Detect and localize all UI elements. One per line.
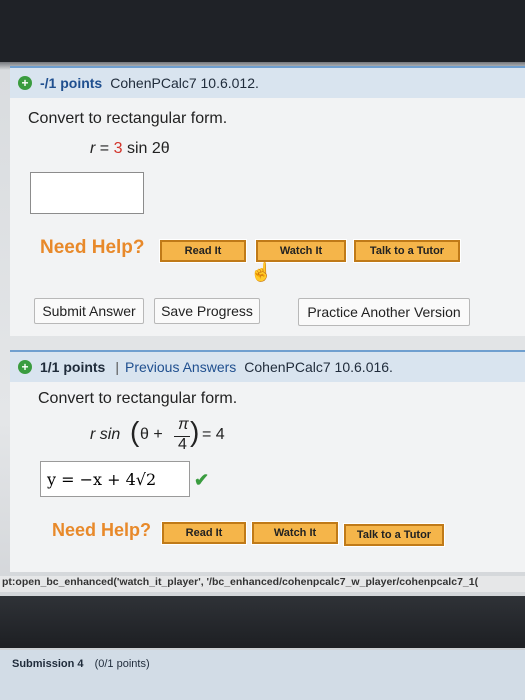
need-help-label-1: Need Help?	[40, 237, 145, 258]
submission-label: Submission 4	[12, 658, 84, 670]
talk-tutor-button-1[interactable]: Talk to a Tutor	[353, 239, 461, 263]
submitted-answer-2: y = −x + 4√2	[40, 461, 190, 497]
eq-theta: θ +	[140, 426, 163, 443]
expand-plus-icon[interactable]: +	[18, 76, 32, 90]
hand-pointer-cursor-icon: ☝	[250, 262, 273, 282]
correct-check-icon: ✔	[194, 470, 210, 490]
talk-tutor-button-2[interactable]: Talk to a Tutor	[343, 523, 445, 547]
question-header-1: + -/1 points CohenPCalc7 10.6.012.	[10, 66, 525, 98]
dark-band	[0, 596, 525, 648]
previous-answers-link[interactable]: Previous Answers	[125, 359, 236, 375]
question-code: CohenPCalc7 10.6.012.	[110, 75, 259, 91]
header-separator: |	[115, 359, 119, 375]
question-text-2: Convert to rectangular form.	[38, 390, 238, 407]
watch-it-button-1[interactable]: Watch It	[255, 239, 347, 263]
question-header-2: + 1/1 points | Previous Answers CohenPCa…	[10, 350, 525, 382]
answer-input-1[interactable]	[30, 172, 144, 214]
eq-r: r	[90, 140, 96, 157]
eq-frac-den: 4	[178, 436, 187, 453]
eq-right: = 4	[202, 426, 225, 443]
need-help-label-2: Need Help?	[52, 520, 152, 540]
practice-another-version-button[interactable]: Practice Another Version	[298, 298, 470, 326]
question-code: CohenPCalc7 10.6.016.	[244, 359, 393, 375]
watch-it-button-2[interactable]: Watch It	[251, 521, 339, 545]
question-header-4: Submission 4 (0/1 points)	[0, 650, 525, 700]
eq-frac-num: π	[178, 416, 189, 433]
browser-dark-top	[0, 0, 525, 62]
eq-equals: =	[99, 140, 110, 157]
eq-func: sin 2θ	[126, 140, 170, 157]
save-progress-button[interactable]: Save Progress	[154, 298, 260, 324]
question-points: 1/1 points	[40, 359, 106, 375]
eq-left: r sin	[90, 426, 121, 443]
browser-status-bar: pt:open_bc_enhanced('watch_it_player', '…	[0, 576, 525, 592]
equation-1: r = 3 sin 2θ	[90, 140, 170, 158]
read-it-button-1[interactable]: Read It	[159, 239, 247, 263]
question-text-1: Convert to rectangular form.	[28, 110, 228, 127]
expand-plus-icon[interactable]: +	[18, 360, 32, 374]
equation-2: r sin ( θ + π 4 ) = 4	[90, 416, 240, 456]
read-it-button-2[interactable]: Read It	[161, 521, 247, 545]
submission-points: (0/1 points)	[94, 658, 150, 670]
eq-paren-close: )	[190, 416, 200, 447]
submit-answer-button[interactable]: Submit Answer	[34, 298, 144, 324]
eq-value: 3	[113, 140, 123, 157]
eq-paren-open: (	[130, 416, 140, 447]
question-points: -/1 points	[40, 75, 103, 91]
